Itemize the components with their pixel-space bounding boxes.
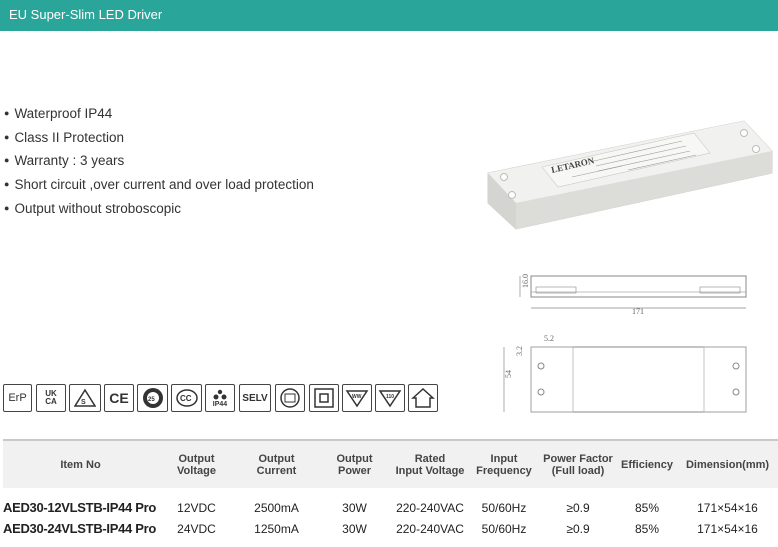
svg-text:25: 25 bbox=[148, 397, 155, 403]
cell-item: AED30-24VLSTB-IP44 Pro bbox=[3, 521, 157, 536]
table-row: AED30-12VLSTB-IP44 Pro 12VDC 2500mA 30W … bbox=[3, 497, 778, 518]
indoor-use-icon bbox=[408, 384, 438, 412]
col-output-current: Output Current bbox=[256, 452, 297, 477]
dim-length: 171 bbox=[632, 307, 644, 316]
cell-pf: ≥0.9 bbox=[566, 521, 590, 536]
col-item-no: Item No bbox=[60, 458, 101, 471]
cell-voltage: 24VDC bbox=[177, 521, 216, 536]
cell-current: 2500mA bbox=[254, 500, 299, 515]
cell-power: 30W bbox=[342, 500, 367, 515]
independent-icon bbox=[275, 384, 305, 412]
dim-hole-b: 3.2 bbox=[515, 346, 524, 356]
class2-icon bbox=[309, 384, 339, 412]
ip44-icon: IP44 bbox=[205, 384, 235, 412]
cell-current: 1250mA bbox=[254, 521, 299, 536]
section-header: EU Super-Slim LED Driver bbox=[0, 0, 778, 31]
dimension-drawing: 16.0 171 54 5.2 3.2 bbox=[498, 262, 778, 422]
section-title: EU Super-Slim LED Driver bbox=[9, 7, 163, 22]
cell-eff: 85% bbox=[634, 500, 660, 515]
selv-icon: SELV bbox=[239, 384, 271, 412]
feature-item: Warranty : 3 years bbox=[4, 152, 314, 176]
col-output-power: Output Power bbox=[336, 452, 373, 477]
furniture-icon: WW bbox=[342, 384, 372, 412]
ukca-icon: UK CA bbox=[36, 384, 66, 412]
cell-dim: 171×54×16 bbox=[697, 500, 758, 515]
col-power-factor: Power Factor (Full load) bbox=[543, 452, 613, 477]
svg-text:WW: WW bbox=[352, 394, 362, 400]
table-header-row: Item No Output Voltage Output Current Outp… bbox=[3, 440, 778, 488]
cell-voltage: 12VDC bbox=[177, 500, 216, 515]
enec-triangle-icon: S bbox=[69, 384, 101, 412]
svg-text:110: 110 bbox=[386, 394, 394, 400]
ccc-icon: CC bbox=[171, 384, 202, 412]
cell-freq: 50/60Hz bbox=[481, 521, 527, 536]
feature-list: Waterproof IP44 Class II Protection Warr… bbox=[4, 105, 314, 224]
ce-icon: CE bbox=[104, 384, 134, 412]
cell-input: 220-240VAC bbox=[396, 521, 464, 536]
feature-item: Class II Protection bbox=[4, 129, 314, 153]
col-rated-input: Rated Input Voltage bbox=[395, 452, 465, 477]
cell-item: AED30-12VLSTB-IP44 Pro bbox=[3, 500, 157, 515]
spec-table: Item No Output Voltage Output Current Outp… bbox=[3, 439, 778, 539]
product-image: LETARON bbox=[482, 95, 778, 250]
cell-pf: ≥0.9 bbox=[566, 500, 590, 515]
feature-item: Output without stroboscopic bbox=[4, 200, 314, 224]
feature-item: Short circuit ,over current and over loa… bbox=[4, 176, 313, 200]
dim-width: 54 bbox=[504, 370, 513, 378]
cell-dim: 171×54×16 bbox=[697, 521, 758, 536]
dim-hole-a: 5.2 bbox=[544, 334, 554, 343]
dim-height: 16.0 bbox=[521, 274, 530, 288]
cell-input: 220-240VAC bbox=[396, 500, 464, 515]
col-input-frequency: Input Frequency bbox=[476, 452, 532, 477]
col-output-voltage: Output Voltage bbox=[177, 452, 216, 477]
svg-text:S: S bbox=[81, 399, 86, 406]
erp-icon: ErP bbox=[3, 384, 32, 412]
feature-item: Waterproof IP44 bbox=[4, 105, 314, 129]
table-row: AED30-24VLSTB-IP44 Pro 24VDC 1250mA 30W … bbox=[3, 518, 778, 539]
cell-freq: 50/60Hz bbox=[481, 500, 527, 515]
cell-power: 30W bbox=[342, 521, 367, 536]
temperature-icon: 110 bbox=[375, 384, 405, 412]
col-dimension: Dimension(mm) bbox=[685, 458, 770, 471]
svg-text:CC: CC bbox=[180, 394, 192, 403]
rohs-icon: 25 bbox=[137, 384, 168, 412]
cell-eff: 85% bbox=[634, 521, 660, 536]
col-efficiency: Efficiency bbox=[621, 458, 673, 471]
